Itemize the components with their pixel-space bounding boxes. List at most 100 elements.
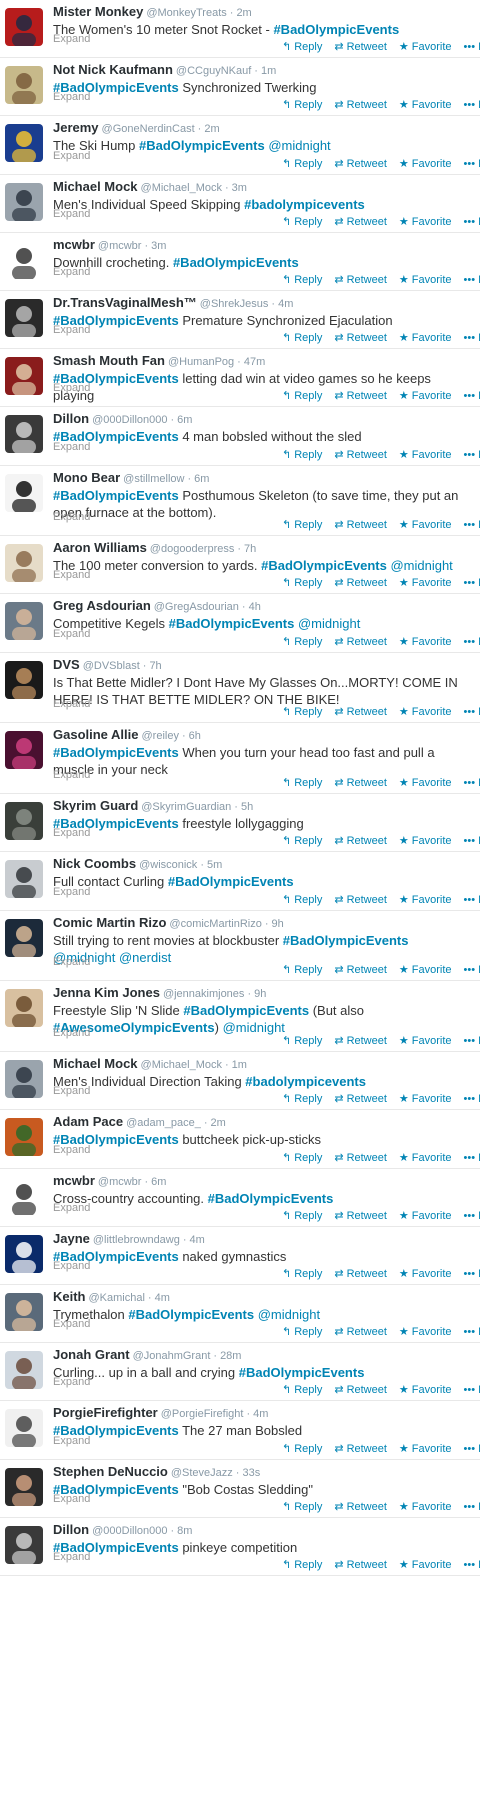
- favorite-button[interactable]: ★ Favorite: [399, 389, 452, 402]
- tweet-timestamp[interactable]: 5h: [241, 801, 253, 813]
- retweet-button[interactable]: ⇄ Retweet: [334, 273, 387, 286]
- author-handle[interactable]: @ShrekJesus: [200, 298, 269, 310]
- reply-button[interactable]: ↰ Reply: [282, 331, 322, 344]
- more-button[interactable]: •••More: [464, 390, 480, 402]
- tweet-timestamp[interactable]: 9h: [272, 918, 284, 930]
- reply-button[interactable]: ↰ Reply: [282, 389, 322, 402]
- expand-link[interactable]: Expand: [53, 511, 90, 523]
- favorite-button[interactable]: ★ Favorite: [399, 331, 452, 344]
- retweet-button[interactable]: ⇄ Retweet: [334, 1442, 387, 1455]
- hashtag-link[interactable]: #BadOlympicEvents: [283, 933, 409, 948]
- hashtag-link[interactable]: #BadOlympicEvents: [128, 1307, 254, 1322]
- favorite-button[interactable]: ★ Favorite: [399, 776, 452, 789]
- hashtag-link[interactable]: #BadOlympicEvents: [183, 1003, 309, 1018]
- avatar[interactable]: [5, 918, 43, 957]
- tweet-item[interactable]: Nick Coombs @wisconick · 5m Full contact Cur…: [0, 852, 480, 911]
- hashtag-link[interactable]: #BadOlympicEvents: [168, 874, 294, 889]
- retweet-button[interactable]: ⇄ Retweet: [334, 705, 387, 718]
- tweet-item[interactable]: Jonah Grant @JonahmGrant · 28m Curling... up…: [0, 1343, 480, 1402]
- mention-link[interactable]: @midnight: [223, 1020, 285, 1035]
- hashtag-link[interactable]: #BadOlympicEvents: [53, 488, 179, 503]
- author-handle[interactable]: @SteveJazz: [171, 1467, 233, 1479]
- reply-button[interactable]: ↰ Reply: [282, 1500, 322, 1513]
- favorite-button[interactable]: ★ Favorite: [399, 1442, 452, 1455]
- author-name[interactable]: Keith: [53, 1289, 86, 1304]
- tweet-item[interactable]: Mono Bear @stillmellow · 6m #BadOlympicEvent…: [0, 465, 480, 537]
- author-handle[interactable]: @JonahmGrant: [133, 1350, 211, 1362]
- hashtag-link[interactable]: #BadOlympicEvents: [169, 616, 295, 631]
- author-handle[interactable]: @000Dillon000: [92, 1525, 167, 1537]
- tweet-timestamp[interactable]: 1m: [261, 65, 276, 77]
- more-button[interactable]: •••More: [464, 777, 480, 789]
- avatar[interactable]: [5, 989, 43, 1028]
- author-handle[interactable]: @HumanPog: [168, 356, 234, 368]
- expand-link[interactable]: Expand: [53, 769, 90, 781]
- favorite-button[interactable]: ★ Favorite: [399, 157, 452, 170]
- author-handle[interactable]: @PorgieFirefight: [161, 1408, 244, 1420]
- more-button[interactable]: •••More: [464, 636, 480, 648]
- reply-button[interactable]: ↰ Reply: [282, 1383, 322, 1396]
- tweet-timestamp[interactable]: 3m: [151, 240, 166, 252]
- author-handle[interactable]: @000Dillon000: [92, 414, 167, 426]
- tweet-timestamp[interactable]: 6h: [189, 730, 201, 742]
- avatar[interactable]: [5, 1409, 43, 1448]
- reply-button[interactable]: ↰ Reply: [282, 1442, 322, 1455]
- retweet-button[interactable]: ⇄ Retweet: [334, 1034, 387, 1047]
- avatar[interactable]: [5, 8, 43, 46]
- retweet-button[interactable]: ⇄ Retweet: [334, 893, 387, 906]
- tweet-timestamp[interactable]: 4m: [253, 1408, 268, 1420]
- more-button[interactable]: •••More: [464, 706, 480, 718]
- expand-link[interactable]: Expand: [53, 1435, 90, 1447]
- avatar[interactable]: [5, 357, 43, 396]
- more-button[interactable]: •••More: [464, 1210, 480, 1222]
- tweet-timestamp[interactable]: 2m: [211, 1117, 226, 1129]
- favorite-button[interactable]: ★ Favorite: [399, 1034, 452, 1047]
- author-name[interactable]: Dr.TransVaginalMesh™: [53, 295, 197, 310]
- tweet-timestamp[interactable]: 4m: [190, 1234, 205, 1246]
- author-handle[interactable]: @Michael_Mock: [141, 182, 222, 194]
- favorite-button[interactable]: ★ Favorite: [399, 273, 452, 286]
- expand-link[interactable]: Expand: [53, 33, 90, 45]
- tweet-item[interactable]: Jayne @littlebrowndawg · 4m #BadOlympicEvent…: [0, 1226, 480, 1285]
- mention-link[interactable]: @midnight: [258, 1307, 320, 1322]
- more-button[interactable]: •••More: [464, 835, 480, 847]
- author-name[interactable]: Comic Martin Rizo: [53, 915, 166, 930]
- more-button[interactable]: •••More: [464, 332, 480, 344]
- author-name[interactable]: Dillon: [53, 1522, 89, 1537]
- tweet-item[interactable]: DVS @DVSblast · 7h Is That Bette Midler? I D…: [0, 652, 480, 724]
- expand-link[interactable]: Expand: [53, 208, 90, 220]
- avatar[interactable]: [5, 602, 43, 641]
- tweet-item[interactable]: Gasoline Allie @reiley · 6h #BadOlympicEvent…: [0, 723, 480, 795]
- reply-button[interactable]: ↰ Reply: [282, 576, 322, 589]
- tweet-item[interactable]: Dr.TransVaginalMesh™ @ShrekJesus · 4m #BadOl…: [0, 290, 480, 350]
- tweet-timestamp[interactable]: 6m: [151, 1176, 166, 1188]
- favorite-button[interactable]: ★ Favorite: [399, 1151, 452, 1164]
- more-button[interactable]: •••More: [464, 1559, 480, 1571]
- author-handle[interactable]: @adam_pace_: [126, 1117, 201, 1129]
- favorite-button[interactable]: ★ Favorite: [399, 576, 452, 589]
- more-button[interactable]: •••More: [464, 1035, 480, 1047]
- more-button[interactable]: •••More: [464, 158, 480, 170]
- reply-button[interactable]: ↰ Reply: [282, 98, 322, 111]
- author-name[interactable]: Nick Coombs: [53, 856, 136, 871]
- avatar[interactable]: [5, 1467, 43, 1506]
- reply-button[interactable]: ↰ Reply: [282, 635, 322, 648]
- avatar[interactable]: [5, 415, 43, 454]
- expand-link[interactable]: Expand: [53, 1144, 90, 1156]
- author-name[interactable]: Smash Mouth Fan: [53, 353, 165, 368]
- reply-button[interactable]: ↰ Reply: [282, 1034, 322, 1047]
- reply-button[interactable]: ↰ Reply: [282, 1092, 322, 1105]
- author-name[interactable]: Gasoline Allie: [53, 727, 139, 742]
- hashtag-link[interactable]: #BadOlympicEvents: [261, 558, 387, 573]
- expand-link[interactable]: Expand: [53, 1027, 90, 1039]
- avatar[interactable]: [5, 66, 43, 105]
- avatar[interactable]: [5, 544, 43, 583]
- avatar[interactable]: [5, 1525, 43, 1564]
- tweet-timestamp[interactable]: 3m: [232, 182, 247, 194]
- tweet-item[interactable]: Skyrim Guard @SkyrimGuardian · 5h #BadOlympi…: [0, 794, 480, 853]
- hashtag-link[interactable]: #BadOlympicEvents: [173, 255, 299, 270]
- tweet-timestamp[interactable]: 4m: [155, 1292, 170, 1304]
- expand-link[interactable]: Expand: [53, 266, 90, 278]
- tweet-item[interactable]: Comic Martin Rizo @comicMartinRizo · 9h Stil…: [0, 910, 480, 982]
- tweet-item[interactable]: Jeremy @GoneNerdinCast · 2m The Ski Hump #Ba…: [0, 116, 480, 175]
